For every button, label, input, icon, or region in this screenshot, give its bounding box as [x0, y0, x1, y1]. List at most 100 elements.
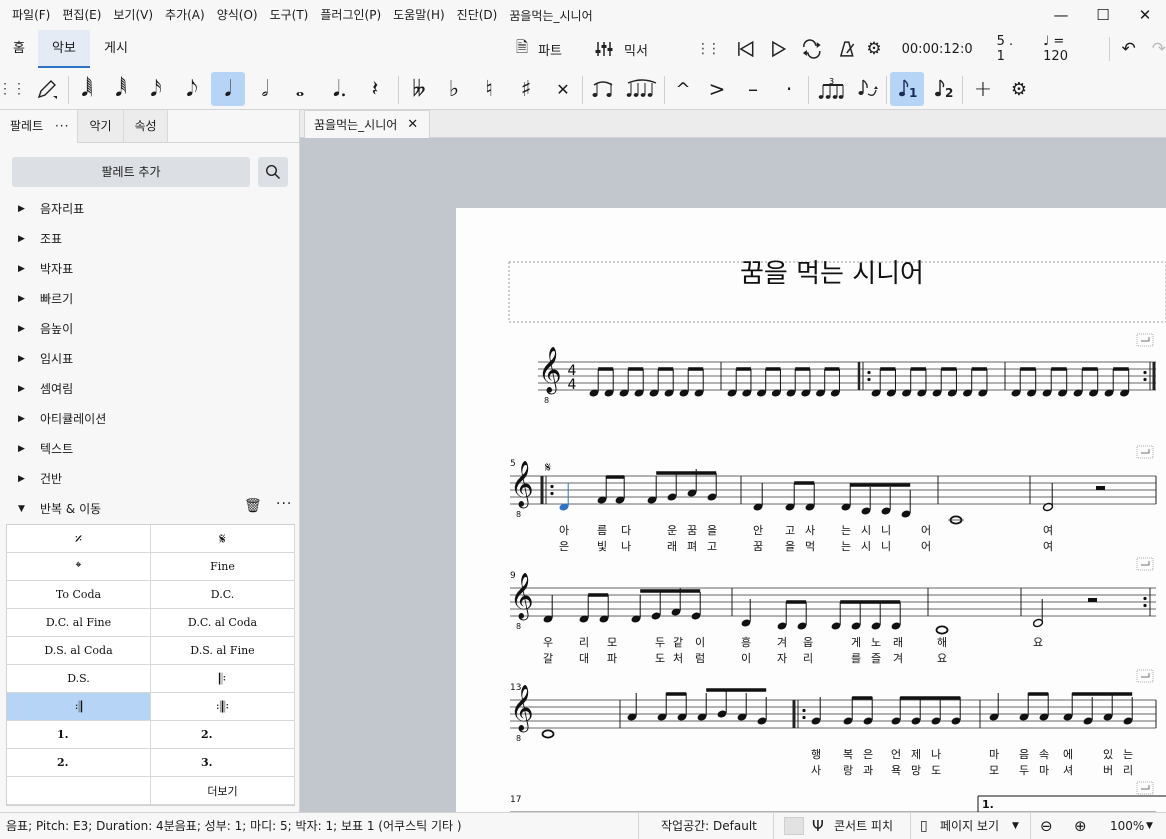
lyric[interactable]: 갈 — [543, 651, 553, 665]
lyric[interactable]: 먹 — [805, 540, 815, 553]
lyric[interactable]: 셔 — [1063, 764, 1073, 777]
palette-more-icon[interactable]: ··· — [276, 496, 292, 512]
lyric[interactable]: 아 — [559, 524, 569, 537]
menu-item[interactable]: 진단(D) — [451, 0, 504, 30]
lyric[interactable]: 모 — [607, 636, 617, 649]
time-sig-bottom[interactable]: 4 — [568, 377, 577, 393]
score-title[interactable]: 꿈을 먹는 시니어 — [740, 259, 924, 289]
marcato-icon[interactable]: ^ — [666, 72, 700, 106]
lyric[interactable]: 언 — [891, 748, 901, 761]
line-break-icon[interactable] — [1136, 781, 1154, 795]
lyric[interactable]: 과 — [863, 764, 873, 777]
lyric[interactable]: 여 — [1043, 524, 1053, 537]
tab-properties[interactable]: 속성 — [124, 110, 168, 143]
repeat-dot[interactable] — [867, 377, 871, 382]
whole-note[interactable] — [541, 729, 555, 739]
treble-clef[interactable]: 𝄞 — [510, 461, 534, 509]
natural-icon[interactable]: ♮ — [472, 72, 506, 106]
lyric[interactable]: 고 — [785, 524, 795, 537]
pencil-icon[interactable] — [30, 72, 64, 106]
lyric[interactable]: 두 — [1019, 764, 1029, 777]
lyric[interactable]: 사 — [805, 524, 815, 537]
repeat-dot[interactable] — [1143, 370, 1147, 375]
lyric[interactable]: 노 — [871, 636, 881, 649]
lyric[interactable]: 도 — [655, 652, 665, 665]
lyric[interactable]: 행 — [811, 748, 821, 761]
menu-item[interactable]: 양식(O) — [211, 0, 264, 30]
palette-item[interactable]: ▶ 임시표 — [0, 344, 298, 374]
tab-palettes[interactable]: 팔레트 ··· — [0, 110, 78, 143]
quarter-note-icon[interactable]: 𝅘𝅥 — [211, 72, 245, 106]
line-break-icon[interactable] — [1136, 669, 1154, 683]
lyric[interactable]: 버 — [1103, 764, 1113, 777]
palette-cell[interactable] — [7, 777, 151, 805]
lyric[interactable]: 시 — [861, 524, 871, 537]
close-tab-icon[interactable]: ✕ — [407, 117, 418, 132]
page-view-selector[interactable]: 페이지 보기 — [940, 813, 999, 839]
menu-item[interactable]: 도구(T) — [264, 0, 315, 30]
lyric[interactable]: 복 — [843, 748, 853, 761]
rewind-icon[interactable] — [730, 39, 760, 59]
concert-pitch-label[interactable]: 콘서트 피치 — [834, 813, 893, 839]
staccato-icon[interactable]: · — [772, 72, 806, 106]
line-break-icon[interactable] — [1141, 337, 1150, 342]
lyric[interactable]: 빛 — [597, 540, 607, 553]
treble-clef[interactable]: 𝄞 — [538, 347, 562, 395]
palette-cell[interactable]: To Coda — [7, 581, 151, 609]
clef-octave[interactable]: 8 — [516, 622, 521, 631]
lyric[interactable]: 이 — [695, 636, 705, 649]
lyric[interactable]: 펴 — [687, 540, 697, 553]
lyric[interactable]: 안 — [753, 524, 763, 537]
lyric[interactable]: 다 — [621, 524, 631, 537]
drag-handle-icon[interactable]: ⋮⋮ — [696, 41, 721, 57]
double-flat-icon[interactable]: 𝄫 — [402, 72, 436, 106]
palette-cell[interactable]: 2. — [151, 721, 295, 749]
line-break-icon[interactable] — [1136, 445, 1154, 459]
repeat-dot[interactable] — [802, 715, 806, 720]
lyric[interactable]: 처 — [673, 652, 683, 665]
lyric[interactable]: 운 — [667, 524, 677, 537]
line-break-icon[interactable] — [1141, 449, 1150, 454]
lyric[interactable]: 모 — [989, 764, 999, 777]
lyric[interactable]: 있 — [1103, 748, 1113, 761]
lyric[interactable]: 대 — [579, 652, 589, 665]
playback-settings-icon[interactable]: ⚙ — [866, 39, 881, 59]
lyric[interactable]: 니 — [881, 540, 891, 553]
lyric[interactable]: 두 — [655, 636, 665, 649]
whole-note[interactable] — [935, 625, 949, 635]
clef-octave[interactable]: 8 — [516, 510, 521, 519]
lyric[interactable]: 마 — [1039, 764, 1049, 777]
lyric[interactable]: 파 — [607, 652, 617, 665]
maximize-button[interactable]: ☐ — [1082, 0, 1124, 30]
palette-item[interactable]: ▶ 아티큘레이션 — [0, 404, 298, 434]
chevron-down-icon[interactable]: ▼ — [1012, 813, 1019, 839]
palette-cell[interactable]: Fine — [151, 553, 295, 581]
lyric[interactable]: 름 — [597, 524, 607, 537]
lyric[interactable]: 같 — [673, 636, 683, 649]
lyric[interactable]: 는 — [1123, 748, 1133, 761]
repeat-dot[interactable] — [550, 484, 554, 489]
lyric[interactable]: 나 — [621, 540, 631, 553]
menu-item[interactable]: 보기(V) — [107, 0, 159, 30]
rest-icon[interactable]: 𝄽 — [358, 72, 392, 106]
lyric[interactable]: 를 — [851, 652, 861, 665]
lyric[interactable]: 자 — [777, 652, 787, 665]
menu-item[interactable]: 플러그인(P) — [314, 0, 387, 30]
treble-clef[interactable]: 𝄞 — [510, 685, 534, 733]
panel-more-icon[interactable]: ··· — [55, 119, 69, 133]
tab-home[interactable]: 홈 — [4, 30, 34, 68]
zoom-in-icon[interactable]: ⊕ — [1074, 813, 1087, 839]
line-break-icon[interactable] — [1136, 333, 1154, 347]
lyric[interactable]: 게 — [851, 636, 861, 649]
palette-item[interactable]: ▶ 박자표 — [0, 254, 298, 284]
lyric[interactable]: 겨 — [777, 636, 787, 649]
line-break-icon[interactable] — [1141, 673, 1150, 678]
repeat-dot[interactable] — [1143, 377, 1147, 382]
lyric[interactable]: 어 — [921, 524, 931, 537]
delete-palette-icon[interactable]: 🗑 — [244, 498, 262, 514]
menu-item[interactable]: 편집(E) — [56, 0, 107, 30]
lyric[interactable]: 을 — [785, 540, 795, 553]
palette-item[interactable]: ▶ 셈여림 — [0, 374, 298, 404]
lyric[interactable]: 니 — [881, 524, 891, 537]
lyric[interactable]: 래 — [893, 636, 903, 649]
